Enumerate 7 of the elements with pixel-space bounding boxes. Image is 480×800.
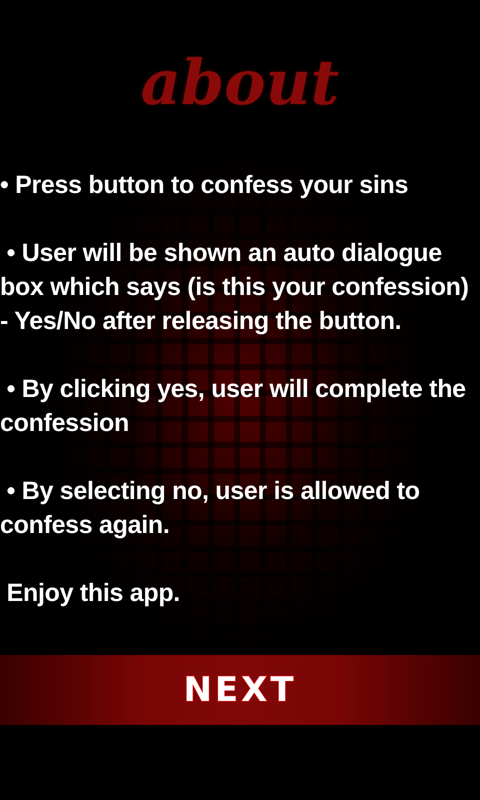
instruction-text: • By clicking yes, user will complete the confession: [0, 374, 467, 439]
instruction-text: • Press button to confess your sins: [0, 170, 410, 201]
next-button[interactable]: NEXT: [0, 655, 480, 725]
instruction-text: • User will be shown an auto dialogue box which says (is this your confession) - Yes/No after releasing the button.: [0, 238, 470, 337]
page-title: about: [140, 48, 340, 121]
instruction-text: Enjoy this app.: [6, 578, 181, 609]
instruction-text: • By selecting no, user is allowed to confess again.: [0, 476, 421, 541]
